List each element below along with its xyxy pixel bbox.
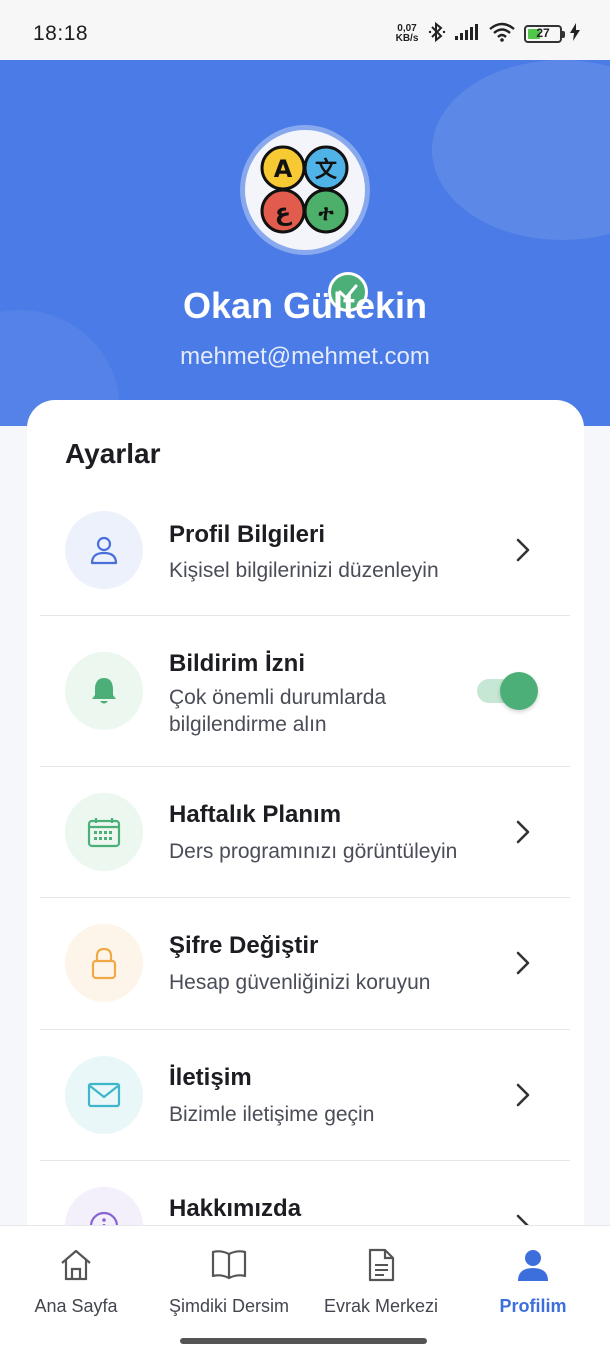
settings-card: Ayarlar Profil Bilgileri Kişisel bilgile… [27, 400, 584, 1300]
person-icon [516, 1248, 550, 1287]
language-logo-icon: A 文 ع ተ [260, 145, 349, 234]
settings-item-subtitle: Kişisel bilgilerinizi düzenleyin [169, 559, 439, 582]
home-indicator[interactable] [180, 1338, 427, 1344]
chevron-right-icon [516, 538, 530, 567]
settings-item-change-password[interactable]: Şifre Değiştir Hesap güvenliğinizi koruy… [40, 898, 570, 1028]
home-icon [58, 1248, 94, 1287]
avatar-letter-3: ع [275, 198, 293, 226]
settings-item-subtitle: Bizimle iletişime geçin [169, 1103, 375, 1126]
chevron-right-icon [516, 820, 530, 849]
bell-icon [65, 652, 143, 730]
decorative-circle [432, 60, 610, 240]
toggle-knob [500, 672, 538, 710]
profile-header: A 文 ع ተ Okan Gültekin mehmet@mehmet.com [0, 60, 610, 426]
settings-item-subtitle: Çok önemli durumlarda bilgilendirme alın [169, 686, 387, 736]
settings-item-title: Hakkımızda [169, 1195, 302, 1222]
settings-item-contact[interactable]: İletişim Bizimle iletişime geçin [40, 1030, 570, 1160]
book-icon [211, 1248, 247, 1285]
settings-item-title: Bildirim İzni [169, 650, 306, 677]
settings-item-title: Şifre Değiştir [169, 932, 319, 959]
avatar[interactable]: A 文 ع ተ [240, 125, 370, 255]
battery-level: 27 [536, 26, 550, 40]
chevron-right-icon [516, 951, 530, 980]
network-speed: 0,07 KB/s [394, 24, 420, 44]
wifi-icon [488, 22, 516, 47]
signal-icon [454, 23, 480, 46]
nav-item-home[interactable]: Ana Sayfa [0, 1226, 152, 1326]
user-name: Okan Gültekin [182, 285, 428, 326]
notification-toggle[interactable] [477, 672, 538, 710]
settings-title: Ayarlar [65, 438, 161, 469]
calendar-icon [65, 793, 143, 871]
avatar-letter-1: A [274, 155, 293, 183]
lock-icon [65, 924, 143, 1002]
settings-item-title: Haftalık Planım [169, 801, 342, 828]
nav-label: Şimdiki Dersim [168, 1296, 289, 1316]
nav-item-documents[interactable]: Evrak Merkezi [305, 1226, 457, 1326]
avatar-letter-4: ተ [318, 201, 335, 226]
network-speed-unit: KB/s [395, 33, 419, 44]
status-icons: 0,07 KB/s 27 [394, 20, 580, 48]
nav-item-profile[interactable]: Profilim [457, 1226, 609, 1326]
chevron-right-icon [516, 1083, 530, 1112]
avatar-letter-2: 文 [315, 157, 338, 183]
user-icon [65, 511, 143, 589]
settings-item-notifications: Bildirim İzni Çok önemli durumlarda bilg… [40, 616, 570, 766]
avatar-logo: A 文 ع ተ [245, 130, 365, 250]
settings-item-weekly-plan[interactable]: Haftalık Planım Ders programınızı görünt… [40, 767, 570, 897]
settings-item-subtitle: Hesap güvenliğinizi koruyun [169, 971, 431, 994]
status-time: 18:18 [33, 22, 89, 45]
nav-label: Evrak Merkezi [323, 1296, 439, 1316]
bottom-navigation: Ana Sayfa Şimdiki Dersim Evrak Merkezi P… [0, 1225, 610, 1356]
nav-item-current-lesson[interactable]: Şimdiki Dersim [153, 1226, 305, 1326]
settings-item-profile[interactable]: Profil Bilgileri Kişisel bilgilerinizi d… [40, 496, 570, 614]
mail-icon [65, 1056, 143, 1134]
document-icon [367, 1248, 395, 1287]
status-bar: 18:18 0,07 KB/s 27 [0, 0, 610, 60]
nav-label: Profilim [499, 1296, 567, 1316]
nav-label: Ana Sayfa [34, 1296, 118, 1316]
bluetooth-icon [428, 21, 446, 48]
settings-item-subtitle: Ders programınızı görüntüleyin [169, 840, 458, 863]
settings-item-title: İletişim [169, 1064, 252, 1091]
user-email: mehmet@mehmet.com [180, 343, 430, 370]
battery-icon: 27 [524, 25, 565, 43]
charging-icon [570, 22, 580, 46]
settings-item-title: Profil Bilgileri [169, 521, 326, 548]
